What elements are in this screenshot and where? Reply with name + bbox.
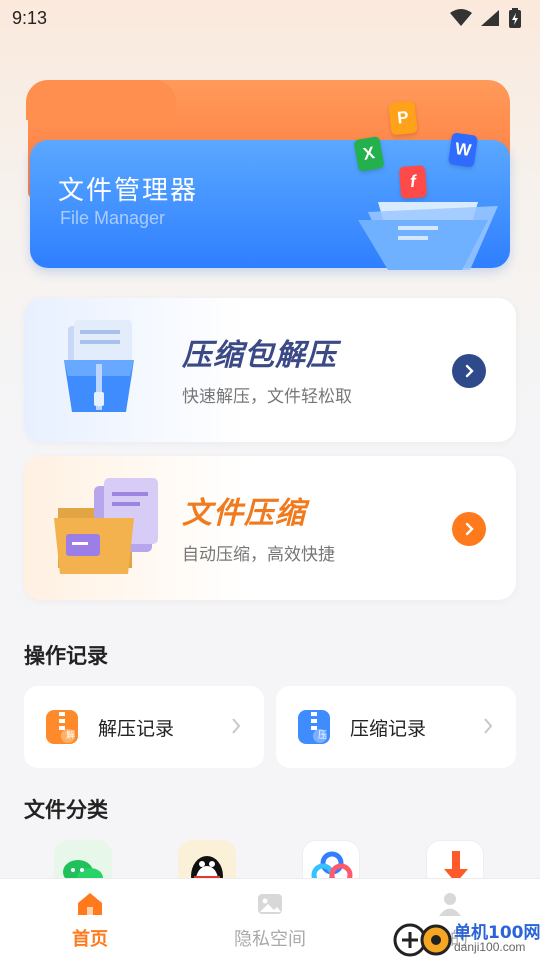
tab-private-label: 隐私空间 [234,929,306,950]
signal-icon [481,10,499,26]
zip-arrow-button[interactable] [452,512,486,546]
image-icon [258,894,282,914]
site-watermark: 单机100网 danji100.com [392,916,540,960]
unzip-card[interactable]: 压缩包解压 快速解压，文件轻松取 [24,298,516,442]
unzip-card-title: 压缩包解压 [182,338,337,373]
zip-card[interactable]: 文件压缩 自动压缩，高效快捷 [24,456,516,600]
zip-card-description: 自动压缩，高效快捷 [182,545,335,565]
excel-file-icon: X [353,135,385,173]
zip-records-label: 压缩记录 [350,717,427,740]
zip-record-icon: 压 [298,710,330,744]
tab-private-space[interactable]: 隐私空间 [210,891,330,951]
unzip-records-button[interactable]: 解 解压记录 [24,686,264,768]
unzip-records-label: 解压记录 [98,717,175,740]
watermark-url: danji100.com [454,940,526,954]
file-manager-banner[interactable]: 文件管理器 File Manager P X W f [26,80,514,272]
unzip-card-description: 快速解压，文件轻松取 [182,387,352,407]
chevron-right-icon [484,718,493,734]
status-icons [450,8,522,28]
status-bar: 9:13 [0,0,540,36]
banner-title: 文件管理器 [58,176,199,206]
chevron-right-icon [465,364,474,378]
folder-tab [26,80,176,120]
zip-records-button[interactable]: 压 压缩记录 [276,686,516,768]
folder-compress-illustration [54,478,158,574]
chevron-right-icon [465,522,474,536]
battery-icon [509,8,521,28]
categories-section-title: 文件分类 [24,798,108,822]
wifi-icon [450,9,472,26]
open-folder-illustration [358,202,498,270]
status-time: 9:13 [12,7,48,28]
archive-illustration [64,320,134,412]
unzip-arrow-button[interactable] [452,354,486,388]
chevron-right-icon [232,718,241,734]
tab-home[interactable]: 首页 [30,891,150,951]
zip-card-title: 文件压缩 [182,496,306,531]
ppt-file-icon: P [388,100,418,136]
unzip-record-badge: 解 [65,731,75,741]
word-file-icon: W [447,132,479,168]
banner-subtitle: File Manager [60,208,166,228]
tab-home-label: 首页 [72,929,108,950]
home-icon [78,893,102,915]
operations-section-title: 操作记录 [24,644,108,668]
unzip-record-icon: 解 [46,710,78,744]
zip-record-badge: 压 [317,731,327,741]
user-icon [439,893,461,916]
watermark-logo-icon [393,923,452,957]
